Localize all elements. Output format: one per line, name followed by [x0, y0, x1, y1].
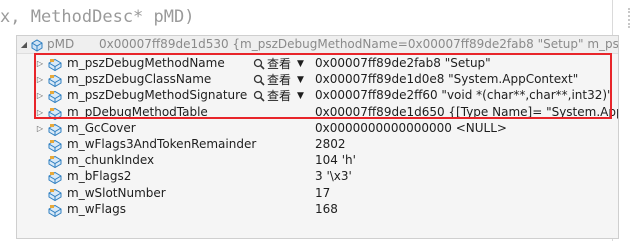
visualizer-label: 查看	[267, 73, 292, 88]
field-value: 0x00007ff89de2ff60 "void *(char**,char**…	[315, 88, 613, 103]
header-name: pMD	[47, 37, 75, 51]
magnifier-icon	[253, 90, 265, 102]
text-visualizer-button[interactable]: 查看 ▼	[253, 87, 304, 104]
field-icon	[48, 172, 62, 185]
datatip-row[interactable]: m_wFlags3AndTokenRemainder 2802	[17, 136, 618, 153]
code-line: x, MethodDesc* pMD)	[0, 7, 195, 27]
dropdown-arrow-icon[interactable]: ▼	[297, 75, 304, 85]
field-value: 3 '\x3'	[315, 169, 352, 184]
datatip-row[interactable]: m_wFlags 168	[17, 201, 618, 218]
visualizer-label: 查看	[267, 89, 292, 104]
expand-arrow-icon[interactable]: ▷	[35, 87, 45, 104]
field-icon	[48, 123, 62, 136]
datatip-row[interactable]: ▷ m_pszDebugMethodName 查看 ▼ 0x00007ff89de2fa…	[17, 55, 618, 72]
field-name: m_wSlotNumber	[67, 185, 166, 200]
header-value: 0x00007ff89de1d530 {m_pszDebugMethodName…	[99, 37, 618, 51]
text-visualizer-button[interactable]: 查看 ▼	[253, 71, 304, 88]
field-name: m_pszDebugClassName	[67, 72, 212, 87]
datatip-row[interactable]: ▷ m_pDebugMethodTable 0x00007ff89de1d650 {…	[17, 104, 618, 121]
field-name: m_wFlags3AndTokenRemainder	[67, 137, 257, 151]
field-value: 0x00007ff89de2fab8 "Setup"	[315, 56, 491, 70]
field-name: m_GcCover	[67, 120, 136, 135]
field-value: 17	[315, 185, 331, 200]
dropdown-arrow-icon[interactable]: ▼	[297, 91, 304, 101]
field-icon	[48, 75, 62, 88]
field-name: m_bFlags2	[67, 169, 132, 184]
field-value: 0x0000000000000000 <NULL>	[315, 120, 507, 135]
field-icon	[48, 58, 62, 72]
field-icon	[48, 139, 62, 153]
datatip-row[interactable]: ▷ m_pszDebugClassName 查看 ▼ 0x00007ff89de1d0e…	[17, 71, 618, 88]
expand-arrow-icon[interactable]: ▷	[35, 120, 45, 137]
field-name: m_pszDebugMethodName	[67, 56, 225, 70]
text-visualizer-button[interactable]: 查看 ▼	[253, 55, 304, 72]
datatip-panel: ◢ pMD 0x00007ff89de1d530 {m_pszDebugMeth…	[16, 35, 619, 239]
expand-arrow-icon[interactable]: ▷	[35, 55, 45, 72]
dropdown-arrow-icon[interactable]: ▼	[297, 59, 304, 69]
datatip-row[interactable]: m_chunkIndex 104 'h'	[17, 152, 618, 169]
magnifier-icon	[253, 74, 265, 86]
scroll-indicator	[628, 8, 632, 28]
field-icon	[48, 107, 62, 120]
field-name: m_wFlags	[67, 201, 126, 216]
field-name: m_pszDebugMethodSignature	[67, 88, 248, 103]
variable-icon	[31, 39, 43, 52]
datatip-row[interactable]: ▷ m_pszDebugMethodSignature 查看 ▼ 0x00007ff89…	[17, 87, 618, 104]
field-name: m_chunkIndex	[67, 153, 155, 168]
field-icon	[48, 91, 62, 104]
datatip-row[interactable]: m_wSlotNumber 17	[17, 185, 618, 202]
visualizer-label: 查看	[267, 57, 292, 71]
field-value: 0x00007ff89de1d0e8 "System.AppContext"	[315, 72, 579, 87]
field-value: 2802	[315, 137, 346, 151]
datatip-row[interactable]: m_bFlags2 3 '\x3'	[17, 168, 618, 185]
expand-arrow-icon[interactable]: ▷	[35, 71, 45, 88]
collapse-arrow-icon[interactable]: ◢	[19, 36, 29, 53]
field-value: 168	[315, 201, 338, 216]
field-icon	[48, 156, 62, 169]
datatip-row[interactable]: ▷ m_GcCover 0x0000000000000000 <NULL>	[17, 120, 618, 137]
field-value: 0x00007ff89de1d650 {[Type Name]= "System…	[315, 104, 618, 119]
datatip-header[interactable]: ◢ pMD 0x00007ff89de1d530 {m_pszDebugMeth…	[17, 36, 618, 54]
magnifier-icon	[253, 58, 265, 70]
expand-arrow-icon[interactable]: ▷	[35, 104, 45, 121]
field-name: m_pDebugMethodTable	[67, 104, 208, 119]
field-icon	[48, 188, 62, 201]
field-value: 104 'h'	[315, 153, 356, 168]
field-icon	[48, 204, 62, 217]
